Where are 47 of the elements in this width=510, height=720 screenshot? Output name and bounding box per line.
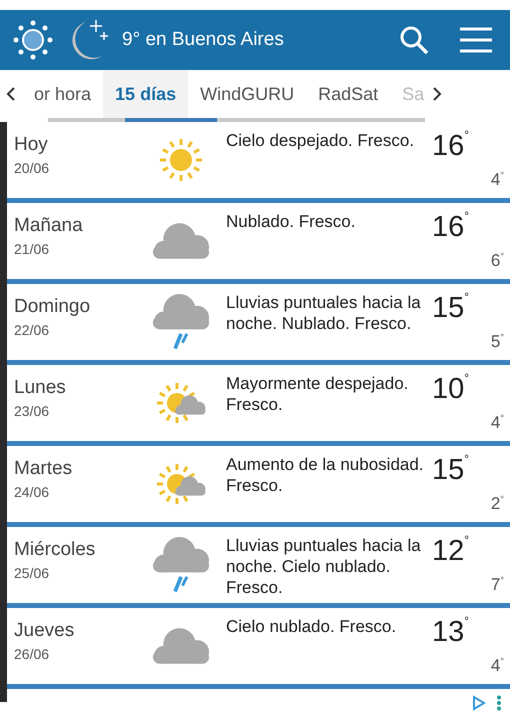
chevron-left-icon[interactable]: [6, 87, 16, 101]
day-date: 24/06: [14, 484, 50, 500]
min-temperature: 6$^{°}$: [490, 251, 504, 271]
max-temperature: 10$^{°}$: [432, 370, 470, 407]
forecast-description: Lluvias puntuales hacia la noche. Nublado. Fresco.: [226, 292, 422, 335]
forecast-description: Cielo nublado. Fresco.: [226, 616, 398, 638]
cloud-icon: [150, 221, 212, 261]
day-date: 20/06: [14, 160, 50, 176]
max-temperature: 15$^{°}$: [432, 451, 470, 488]
day-name: Domingo: [14, 296, 92, 318]
location-title: 9° en Buenos Aires: [122, 29, 285, 51]
day-name: Mañana: [14, 215, 84, 237]
day-name: Miércoles: [14, 539, 96, 561]
max-temperature: 16$^{°}$: [432, 208, 470, 245]
tab[interactable]: RadSat: [306, 70, 390, 118]
min-temperature: 7$^{°}$: [490, 575, 504, 595]
day-name: Hoy: [14, 134, 49, 156]
day-date: 21/06: [14, 241, 50, 257]
day-date: 23/06: [14, 403, 50, 419]
day-date: 25/06: [14, 565, 50, 581]
min-temperature: 4$^{°}$: [490, 413, 504, 433]
max-temperature: 12$^{°}$: [432, 532, 470, 569]
day-name: Martes: [14, 458, 74, 480]
day-date: 22/06: [14, 322, 50, 338]
min-temperature: 4$^{°}$: [490, 656, 504, 676]
more-icon[interactable]: [496, 695, 502, 711]
search-icon[interactable]: [398, 24, 430, 56]
forecast-description: Aumento de la nubosidad. Fresco.: [226, 454, 424, 497]
forecast-description: Nublado. Fresco.: [226, 211, 356, 233]
tab[interactable]: WindGURU: [188, 70, 306, 118]
ad-choices-icon[interactable]: [472, 695, 486, 711]
tab[interactable]: 15 días: [103, 70, 188, 118]
max-temperature: 16$^{°}$: [432, 127, 470, 164]
min-temperature: 4$^{°}$: [490, 170, 504, 190]
forecast-description: Mayormente despejado. Fresco.: [226, 373, 410, 416]
day-date: 26/06: [14, 646, 50, 662]
day-name: Jueves: [14, 620, 76, 642]
max-temperature: 15$^{°}$: [432, 289, 470, 326]
chevron-right-icon[interactable]: [432, 87, 442, 101]
min-temperature: 2$^{°}$: [490, 494, 504, 514]
tab[interactable]: or hora: [22, 70, 104, 118]
forecast-description: Cielo despejado. Fresco.: [226, 130, 416, 152]
forecast-description: Lluvias puntuales hacia la noche. Cielo nublado. Fresco.: [226, 535, 422, 599]
cloud-icon: [150, 626, 212, 666]
day-name: Lunes: [14, 377, 67, 399]
max-temperature: 13$^{°}$: [432, 613, 470, 650]
min-temperature: 5$^{°}$: [490, 332, 504, 352]
